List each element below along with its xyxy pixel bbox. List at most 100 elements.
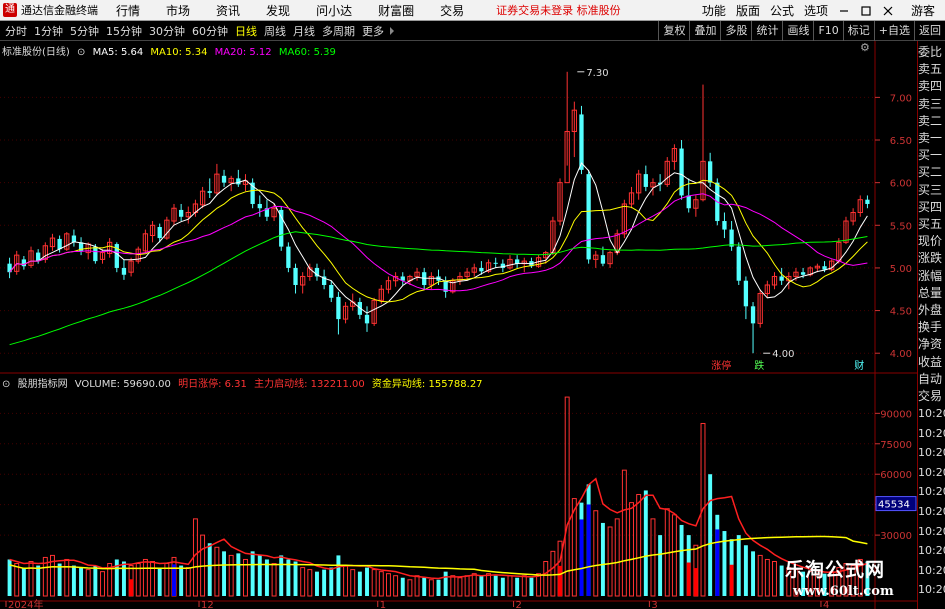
period-intraday[interactable]: 分时 (5, 23, 27, 39)
menu-item-options[interactable]: 选项 (804, 2, 828, 19)
tool-add-watchlist[interactable]: +自选 (873, 21, 914, 41)
period-5min[interactable]: 5分钟 (70, 23, 99, 39)
period-60min[interactable]: 60分钟 (192, 23, 228, 39)
menu-item-wealth[interactable]: 财富圈 (378, 2, 414, 19)
menu-item-news[interactable]: 资讯 (216, 2, 240, 19)
candle-body (736, 246, 741, 281)
user-label[interactable]: 游客 (911, 2, 935, 19)
candle-body (865, 199, 870, 204)
chevron-right-icon[interactable] (390, 26, 394, 35)
volume-bar (228, 554, 234, 597)
menu-item-ask[interactable]: 问小达 (316, 2, 352, 19)
quote-label: 买二 (918, 165, 943, 180)
tool-f10[interactable]: F10 (813, 21, 842, 41)
quote-label: 卖四 (918, 79, 943, 94)
tool-multi-stock[interactable]: 多股 (720, 21, 751, 41)
tool-mark[interactable]: 标记 (842, 21, 874, 41)
login-notice[interactable]: 证券交易未登录 标准股份 (496, 2, 621, 18)
candle-body (221, 175, 227, 183)
period-multi[interactable]: 多周期 (322, 23, 355, 39)
volume-bar (679, 524, 684, 596)
quote-label: 涨跌 (918, 251, 943, 266)
close-icon[interactable] (882, 5, 894, 17)
volume-bar (142, 558, 148, 597)
volume-bar (650, 518, 656, 597)
minimize-icon[interactable] (838, 5, 850, 17)
candle-body (257, 203, 262, 209)
volume-bar (550, 550, 556, 597)
tool-draw[interactable]: 画线 (782, 21, 813, 41)
quote-label: 买四 (918, 199, 943, 214)
volume-tick: 75000 (880, 440, 912, 451)
period-daily[interactable]: 日线 (235, 23, 257, 39)
volume-bar (814, 573, 820, 597)
period-monthly[interactable]: 月线 (293, 23, 315, 39)
candle-body (679, 148, 684, 196)
x-tick-label: 1 (380, 600, 386, 609)
volume-bar-highlight (729, 564, 734, 596)
menu-item-discover[interactable]: 发现 (266, 2, 290, 19)
maximize-icon[interactable] (860, 5, 872, 17)
trade-time: 10:20 (918, 465, 945, 479)
volume-bar (322, 569, 327, 596)
menu-item-market[interactable]: 行情 (116, 2, 140, 19)
volume-bar (772, 560, 777, 597)
candle-body (643, 174, 648, 187)
price-tick: 4.50 (890, 307, 912, 318)
quote-label: 净资 (918, 337, 943, 352)
volume-bar (393, 575, 399, 597)
volume-bar (486, 573, 492, 597)
candle-body (722, 221, 727, 230)
volume-bar (708, 474, 713, 596)
kline-chart[interactable]: 4.004.505.005.506.006.507.00300004500060… (0, 41, 917, 609)
price-tick: 5.00 (890, 264, 912, 275)
volume-bar (378, 571, 384, 597)
menu-item-formula[interactable]: 公式 (770, 2, 794, 19)
volume-bar (64, 558, 70, 597)
candle-body (93, 246, 98, 262)
volume-bar (736, 535, 741, 596)
quote-label: 涨幅 (918, 268, 943, 283)
volume-bar (807, 571, 813, 597)
period-15min[interactable]: 15分钟 (106, 23, 142, 39)
event-tag: 财 (854, 359, 864, 372)
volume-bar (93, 565, 98, 596)
event-tag: 跌 (754, 359, 764, 372)
app-logo-icon: 通 (3, 3, 17, 17)
candle-body (493, 262, 498, 264)
period-30min[interactable]: 30分钟 (149, 23, 185, 39)
volume-bar (236, 553, 241, 596)
volume-bar (779, 565, 784, 596)
trade-time: 10:20 (918, 446, 945, 460)
menu-item-trade[interactable]: 交易 (440, 2, 464, 19)
volume-bar (36, 565, 41, 596)
candle-body (57, 238, 62, 250)
volume-bar (443, 571, 448, 596)
quote-label: 换手 (918, 320, 943, 335)
candle-body (479, 267, 484, 272)
quote-label: 外盘 (918, 303, 943, 317)
tool-adjust[interactable]: 复权 (658, 21, 689, 41)
volume-bar (643, 490, 648, 596)
volume-bar (343, 565, 349, 597)
app-name: 通达信金融终端 (21, 4, 98, 17)
quote-label: 卖三 (918, 96, 943, 111)
volume-bar (100, 571, 105, 597)
period-weekly[interactable]: 周线 (264, 23, 286, 39)
menu-item-exchange[interactable]: 市场 (166, 2, 190, 19)
volume-bar (629, 502, 634, 597)
tool-statistics[interactable]: 统计 (751, 21, 782, 41)
menu-item-function[interactable]: 功能 (702, 2, 726, 19)
tool-back[interactable]: 返回 (914, 21, 945, 41)
volume-bar (179, 565, 184, 596)
trade-time: 10:20 (918, 583, 945, 597)
tool-overlay[interactable]: 叠加 (689, 21, 720, 41)
volume-bar (307, 569, 313, 597)
volume-bar (436, 579, 441, 596)
menu-item-layout[interactable]: 版面 (736, 2, 760, 19)
price-tick: 6.50 (890, 136, 912, 147)
period-more[interactable]: 更多 (362, 23, 384, 39)
volume-bar (279, 555, 284, 596)
period-1min[interactable]: 1分钟 (34, 23, 63, 39)
candle-body (121, 267, 127, 275)
